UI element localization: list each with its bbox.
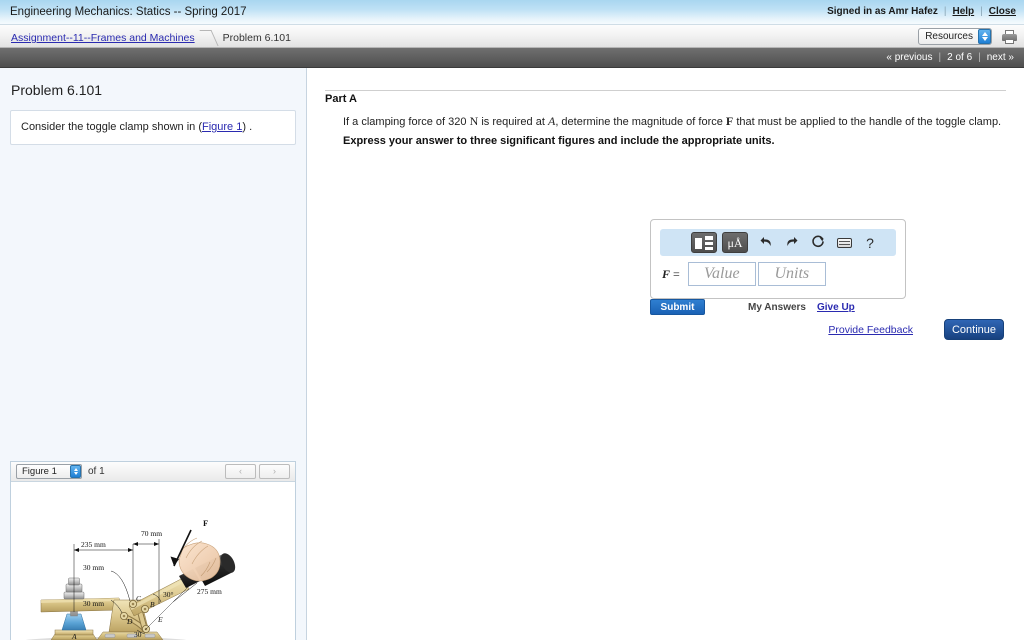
help-link[interactable]: Help: [952, 6, 974, 17]
course-title: Engineering Mechanics: Statics -- Spring…: [10, 6, 247, 18]
chevron-updown-icon: [978, 29, 991, 44]
left-pane: Problem 6.101 Consider the toggle clamp …: [0, 68, 307, 640]
figure-count-label: of 1: [88, 466, 105, 477]
breadcrumb: Assignment--11--Frames and Machines Prob…: [11, 30, 291, 46]
figure-label-angle-30-lower: 30: [134, 630, 142, 639]
previous-button[interactable]: « previous: [886, 52, 932, 63]
figure-label-70mm: 70 mm: [141, 529, 162, 538]
breadcrumb-chevron-icon: [199, 30, 221, 46]
close-link[interactable]: Close: [989, 6, 1016, 17]
figure-label-30mm-lower: 30 mm: [83, 599, 104, 608]
question-text-2: is required at: [481, 116, 545, 128]
give-up-link[interactable]: Give Up: [817, 302, 855, 313]
value-input[interactable]: Value: [687, 262, 756, 286]
breadcrumb-assignment-link[interactable]: Assignment--11--Frames and Machines: [11, 32, 195, 44]
page-counter: 2 of 6: [947, 52, 973, 63]
answer-inputs: F = Value Units: [651, 256, 905, 298]
body-wrapper: Problem 6.101 Consider the toggle clamp …: [0, 68, 1024, 640]
part-divider: [325, 90, 1006, 91]
keyboard-icon[interactable]: [831, 237, 857, 248]
header-separator-2: |: [980, 6, 983, 17]
figure-label-point-a: A: [71, 632, 77, 640]
printer-icon[interactable]: [1001, 29, 1018, 45]
question-text-4: that must be applied to the handle of th…: [736, 116, 1002, 128]
figure-canvas[interactable]: F 70 mm 235 mm 30 mm 30 mm 275 mm 30° 30…: [11, 482, 295, 640]
question-text-3: , determine the magnitude of force: [555, 116, 723, 128]
problem-statement-suffix: ) .: [242, 121, 253, 133]
right-pane: Part A If a clamping force of 320 N is r…: [307, 68, 1024, 640]
resources-dropdown-label: Resources: [925, 31, 973, 42]
toggle-clamp-diagram: F 70 mm 235 mm 30 mm 30 mm 275 mm 30° 30…: [25, 518, 236, 640]
page-title: Problem 6.101: [11, 82, 103, 98]
provide-feedback-link[interactable]: Provide Feedback: [828, 324, 913, 336]
figure-select[interactable]: Figure 1: [16, 464, 82, 479]
redo-icon[interactable]: [779, 235, 805, 250]
problem-statement: Consider the toggle clamp shown in (Figu…: [10, 110, 296, 146]
figure-toolbar: Figure 1 of 1 ‹ ›: [11, 462, 295, 482]
reset-icon[interactable]: [805, 234, 831, 251]
continue-button[interactable]: Continue: [944, 319, 1004, 340]
figure-1-link[interactable]: Figure 1: [202, 121, 242, 133]
question-unit-newton: N: [469, 114, 479, 128]
submit-button[interactable]: Submit: [650, 299, 705, 315]
resources-dropdown[interactable]: Resources: [918, 28, 992, 45]
signed-in-label: Signed in as Amr Hafez: [827, 6, 938, 17]
my-answers-button[interactable]: My Answers: [748, 302, 806, 313]
figure-label-275mm: 275 mm: [197, 587, 222, 596]
submit-row: Submit My Answers Give Up: [650, 299, 855, 315]
breadcrumb-tools: Resources: [918, 28, 1018, 45]
figure-panel: Figure 1 of 1 ‹ › F 70 mm 235 mm 30 mm 3…: [10, 461, 296, 640]
template-icon[interactable]: [691, 232, 717, 253]
figure-label-point-e: E: [157, 615, 163, 624]
pager-separator-1: |: [938, 52, 942, 63]
header-account-links: Signed in as Amr Hafez | Help | Close: [827, 6, 1016, 17]
problem-statement-prefix: Consider the toggle clamp shown in (: [21, 121, 202, 133]
breadcrumb-bar: Assignment--11--Frames and Machines Prob…: [0, 25, 1024, 48]
part-question: If a clamping force of 320 N is required…: [343, 113, 1004, 131]
answer-variable-label: F =: [662, 266, 680, 281]
answer-toolbar: μÅ ?: [660, 229, 896, 256]
figure-nav: ‹ ›: [225, 464, 290, 479]
next-button[interactable]: next »: [987, 52, 1014, 63]
chevron-updown-icon: [70, 465, 81, 478]
undo-icon[interactable]: [753, 235, 779, 250]
figure-label-30mm-upper: 30 mm: [83, 563, 104, 572]
units-icon[interactable]: μÅ: [722, 232, 748, 253]
answer-entry-box: μÅ ? F = Value Units: [650, 219, 906, 299]
top-header: Engineering Mechanics: Statics -- Spring…: [0, 0, 1024, 25]
breadcrumb-current: Problem 6.101: [222, 32, 291, 44]
figure-select-label: Figure 1: [22, 466, 57, 477]
help-icon[interactable]: ?: [857, 236, 883, 250]
units-input[interactable]: Units: [757, 262, 826, 286]
pager-separator-2: |: [978, 52, 981, 63]
figure-label-force: F: [203, 518, 208, 528]
figure-label-point-b: B: [150, 600, 155, 609]
figure-next-button[interactable]: ›: [259, 464, 290, 479]
header-separator-1: |: [943, 6, 947, 17]
problem-pager: « previous | 2 of 6 | next »: [886, 52, 1014, 63]
part-instruction: Express your answer to three significant…: [343, 135, 775, 147]
part-label: Part A: [325, 93, 357, 105]
figure-prev-button[interactable]: ‹: [225, 464, 256, 479]
feedback-row: Provide Feedback Continue: [828, 319, 1004, 340]
figure-label-235mm: 235 mm: [81, 540, 106, 549]
figure-label-angle-30-upper: 30°: [163, 590, 174, 599]
figure-label-point-d: D: [126, 617, 133, 626]
question-force-symbol: F: [725, 114, 734, 128]
problem-nav-bar: « previous | 2 of 6 | next »: [0, 48, 1024, 68]
question-text-1: If a clamping force of 320: [343, 116, 467, 128]
